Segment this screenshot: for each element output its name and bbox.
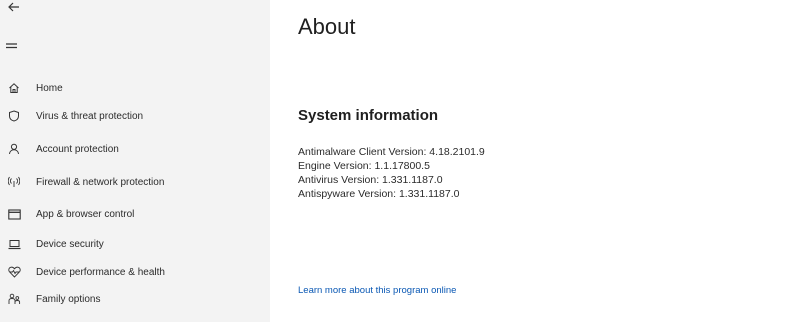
back-button[interactable] xyxy=(6,0,22,14)
sidebar-item-label: Device security xyxy=(36,238,104,250)
sidebar-item-app-browser-control[interactable]: App & browser control xyxy=(0,201,270,227)
app-window-icon xyxy=(7,207,21,221)
sidebar-item-label: Account protection xyxy=(36,143,119,155)
antivirus-version: Antivirus Version: 1.331.1187.0 xyxy=(298,174,443,186)
home-icon xyxy=(7,81,21,95)
main-content: About System information Antimalware Cli… xyxy=(270,0,793,322)
sidebar-item-label: Virus & threat protection xyxy=(36,110,144,122)
sidebar-item-home[interactable]: Home xyxy=(0,75,270,101)
wifi-antenna-icon xyxy=(7,175,21,189)
system-information-heading: System information xyxy=(298,107,439,124)
menu-button[interactable] xyxy=(6,39,22,53)
person-icon xyxy=(7,142,21,156)
windows-security-window: Home Virus & threat protection Account p… xyxy=(0,0,793,322)
page-title: About xyxy=(298,14,356,39)
learn-more-link[interactable]: Learn more about this program online xyxy=(298,285,456,296)
sidebar-item-label: Device performance & health xyxy=(36,266,165,278)
antimalware-client-version: Antimalware Client Version: 4.18.2101.9 xyxy=(298,146,485,158)
sidebar: Home Virus & threat protection Account p… xyxy=(0,0,270,322)
antispyware-version: Antispyware Version: 1.331.1187.0 xyxy=(298,188,460,200)
sidebar-item-family-options[interactable]: Family options xyxy=(0,286,270,312)
sidebar-item-label: App & browser control xyxy=(36,208,135,220)
heart-icon xyxy=(7,265,21,279)
sidebar-item-virus-threat-protection[interactable]: Virus & threat protection xyxy=(0,103,270,129)
laptop-icon xyxy=(7,237,21,251)
sidebar-item-device-security[interactable]: Device security xyxy=(0,231,270,257)
shield-icon xyxy=(7,109,21,123)
engine-version: Engine Version: 1.1.17800.5 xyxy=(298,160,430,172)
back-arrow-icon xyxy=(8,2,19,12)
sidebar-item-label: Family options xyxy=(36,293,101,305)
sidebar-item-label: Home xyxy=(36,82,63,94)
sidebar-item-account-protection[interactable]: Account protection xyxy=(0,136,270,162)
family-icon xyxy=(7,292,21,306)
sidebar-item-label: Firewall & network protection xyxy=(36,176,165,188)
sidebar-item-device-performance-health[interactable]: Device performance & health xyxy=(0,259,270,285)
sidebar-item-firewall-network-protection[interactable]: Firewall & network protection xyxy=(0,169,270,195)
hamburger-menu-icon xyxy=(6,43,17,49)
